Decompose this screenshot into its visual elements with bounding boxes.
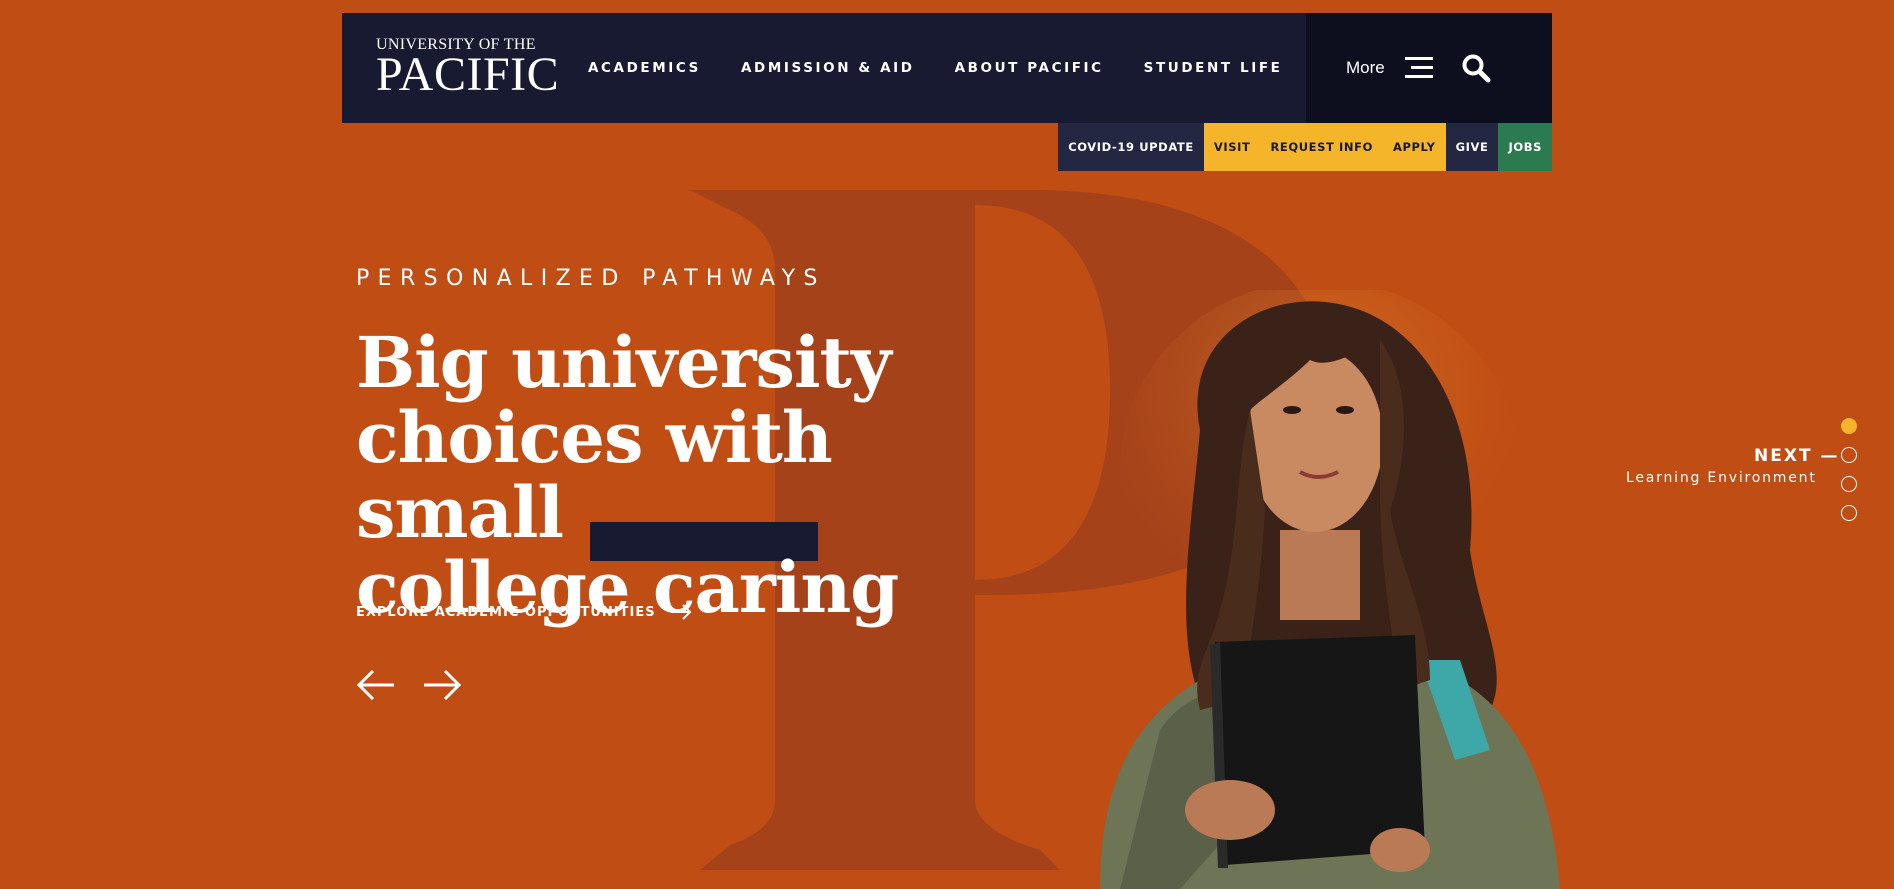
next-slide-arrow-icon[interactable] — [422, 668, 462, 702]
arrow-right-icon — [670, 604, 691, 620]
hero-headline-wrapper: Big university choices with small colleg… — [356, 325, 996, 625]
covid-update-link[interactable]: COVID-19 UPDATE — [1058, 123, 1204, 171]
explore-academics-link[interactable]: EXPLORE ACADEMIC OPPORTUNITIES — [356, 604, 692, 620]
hamburger-menu-icon[interactable] — [1404, 57, 1433, 79]
logo-main-text: PACIFIC — [376, 48, 560, 101]
slide-pagination — [1841, 418, 1857, 534]
visit-link[interactable]: VISIT — [1203, 123, 1261, 171]
hero-headline: Big university choices with small colleg… — [356, 325, 996, 625]
slide-dot-4[interactable] — [1841, 505, 1857, 521]
headline-line-1: Big university — [356, 321, 892, 404]
more-menu-label[interactable]: More — [1346, 58, 1385, 78]
site-header: UNIVERSITY OF THE PACIFIC ACADEMICS ADMI… — [342, 13, 1552, 123]
nav-academics[interactable]: ACADEMICS — [588, 60, 701, 76]
main-nav: ACADEMICS ADMISSION & AID ABOUT PACIFIC … — [588, 60, 1322, 76]
next-slide-title[interactable]: Learning Environment — [1626, 470, 1817, 486]
university-logo[interactable]: UNIVERSITY OF THE PACIFIC — [376, 37, 560, 101]
hero-eyebrow: PERSONALIZED PATHWAYS — [356, 266, 826, 291]
next-slide-label[interactable]: NEXT — — [1754, 446, 1839, 466]
nav-admission-aid[interactable]: ADMISSION & AID — [741, 60, 915, 76]
jobs-link[interactable]: JOBS — [1498, 123, 1552, 171]
header-right-panel: More — [1306, 13, 1552, 123]
apply-link[interactable]: APPLY — [1382, 123, 1446, 171]
slide-dot-3[interactable] — [1841, 476, 1857, 492]
student-photo — [1100, 290, 1560, 889]
nav-student-life[interactable]: STUDENT LIFE — [1144, 60, 1283, 76]
cta-label: EXPLORE ACADEMIC OPPORTUNITIES — [356, 604, 656, 620]
headline-line-2: choices with small — [356, 396, 833, 554]
give-link[interactable]: GIVE — [1445, 123, 1499, 171]
slide-dot-2[interactable] — [1841, 447, 1857, 463]
search-icon[interactable] — [1461, 53, 1491, 83]
utility-bar: COVID-19 UPDATE VISIT REQUEST INFO APPLY… — [1058, 123, 1552, 171]
request-info-link[interactable]: REQUEST INFO — [1260, 123, 1383, 171]
slider-arrows — [356, 668, 488, 702]
slide-dot-1[interactable] — [1841, 418, 1857, 434]
nav-about-pacific[interactable]: ABOUT PACIFIC — [955, 60, 1104, 76]
previous-slide-arrow-icon[interactable] — [356, 668, 396, 702]
